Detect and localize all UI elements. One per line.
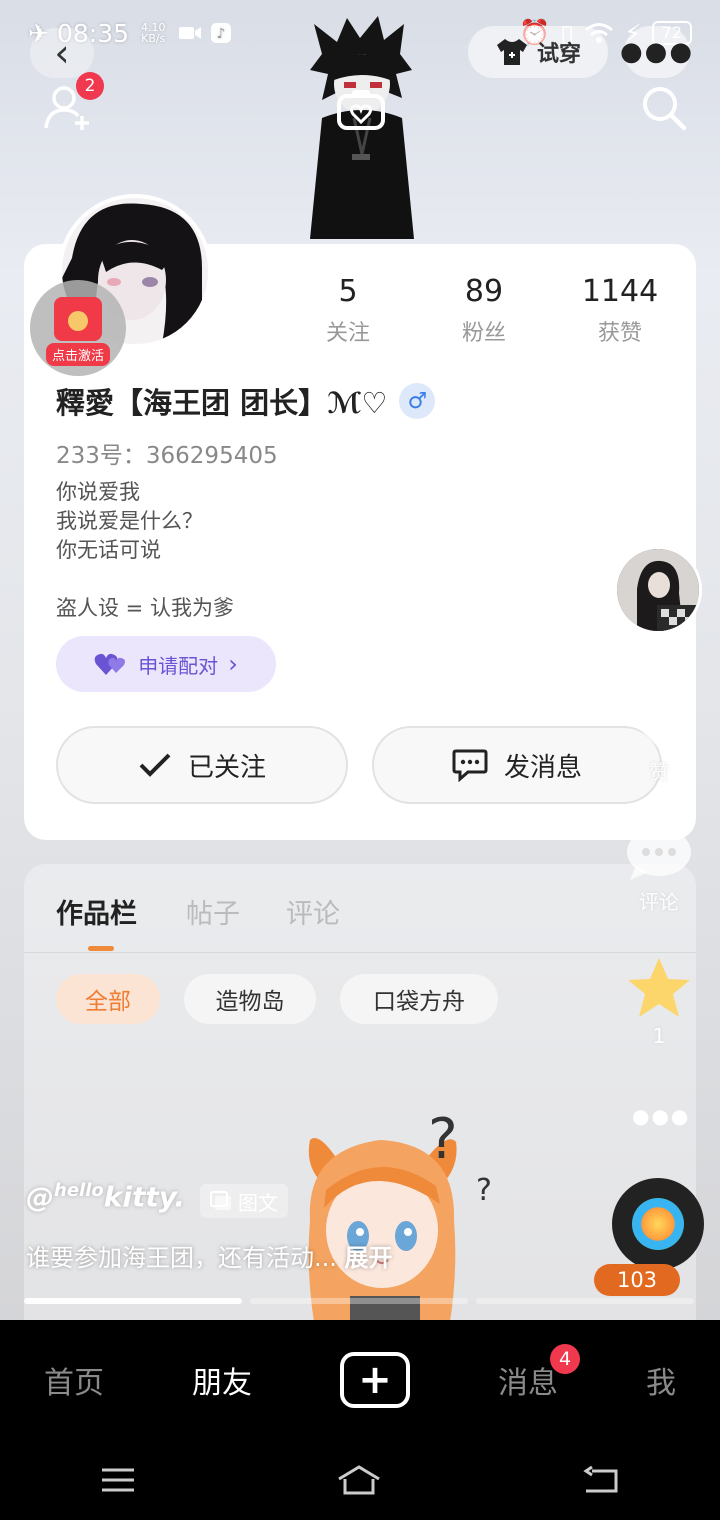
messages-badge: 4: [550, 1344, 580, 1374]
stat-label: 获赞: [597, 321, 642, 346]
like-label: 赞: [649, 760, 669, 784]
chevron-left-icon: ‹: [54, 31, 70, 75]
network-speed: 4.10 KB/s: [141, 21, 166, 45]
tiktok-icon: ♪: [210, 23, 231, 43]
stat-value: 1144: [581, 274, 659, 309]
message-label: 发消息: [503, 752, 582, 783]
red-packet-icon: [54, 297, 102, 341]
try-on-label: 试穿: [536, 42, 581, 67]
followed-label: 已关注: [187, 752, 266, 783]
active-tab-indicator: [88, 946, 114, 951]
try-on-button[interactable]: 试穿: [468, 26, 608, 78]
check-icon: [139, 753, 171, 777]
tshirt-icon: [496, 39, 527, 65]
svg-text:?: ?: [428, 1107, 458, 1172]
stat-label: 关注: [325, 321, 370, 346]
pair-label: 申请配对: [138, 653, 219, 678]
post-image[interactable]: ? ?: [250, 1100, 530, 1322]
nav-messages[interactable]: 消息 4: [498, 1344, 580, 1402]
post-caption[interactable]: 谁要参加海王团，还有活动... 展开: [26, 1238, 393, 1273]
chevron-right-icon: ›: [228, 650, 238, 678]
back-icon[interactable]: [582, 1465, 620, 1495]
menu-icon[interactable]: [100, 1467, 136, 1493]
expand-link[interactable]: 展开: [345, 1244, 393, 1272]
like-action[interactable]: 赞: [624, 690, 694, 785]
create-button[interactable]: +: [340, 1352, 410, 1408]
stat-following[interactable]: 5 关注: [288, 274, 408, 347]
male-gender-icon: ♂: [399, 383, 436, 419]
nav-me[interactable]: 我: [646, 1358, 676, 1402]
tabs-divider: [24, 952, 696, 953]
filter-pocket-ark[interactable]: 口袋方舟: [340, 974, 498, 1024]
nav-home[interactable]: 首页: [44, 1358, 104, 1402]
nickname: 釋愛【海王团 团长】ℳ♡ ♂: [56, 380, 436, 422]
search-button[interactable]: [640, 84, 692, 136]
stat-value: 89: [464, 274, 504, 309]
stat-likes[interactable]: 1144 获赞: [560, 274, 680, 347]
progress-segment-3: [476, 1298, 694, 1304]
svg-text:?: ?: [476, 1173, 492, 1208]
music-cover-icon: [632, 1198, 684, 1250]
stat-value: 5: [338, 274, 358, 309]
progress-segment-1: [24, 1298, 242, 1304]
tab-posts[interactable]: 帖子: [186, 892, 240, 931]
filter-all[interactable]: 全部: [56, 974, 160, 1024]
friend-request-badge: 2: [76, 72, 104, 100]
tab-works[interactable]: 作品栏: [56, 892, 137, 931]
plus-icon: +: [358, 1357, 392, 1403]
camera-heart-icon[interactable]: [336, 86, 386, 132]
image-text-icon: [210, 1191, 231, 1210]
add-friend-button[interactable]: 2: [44, 72, 104, 136]
filter-creation-island[interactable]: 造物岛: [184, 974, 316, 1024]
more-icon: ●●●: [619, 37, 695, 67]
post-author-avatar[interactable]: [614, 546, 702, 634]
chat-bubble-icon: [452, 749, 488, 782]
nav-friends[interactable]: 朋友: [192, 1358, 252, 1402]
system-nav-bar: [0, 1440, 720, 1520]
post-count-badge: 103: [594, 1264, 680, 1296]
heart-icon: [627, 695, 691, 748]
bottom-nav: 首页 朋友 + 消息 4 我: [0, 1320, 720, 1440]
music-disc[interactable]: [612, 1178, 704, 1270]
search-icon: [643, 87, 687, 131]
send-message-button[interactable]: 发消息: [372, 726, 662, 804]
post-author-name[interactable]: @hellokitty.: [26, 1180, 185, 1213]
nickname-text: 釋愛【海王团 团长】ℳ♡: [56, 386, 388, 420]
more-options-button[interactable]: ●●●: [620, 26, 692, 78]
activate-label: 点击激活: [45, 343, 110, 366]
stat-label: 粉丝: [461, 321, 506, 346]
pair-request-button[interactable]: 申请配对 ›: [56, 636, 276, 692]
post-type-badge: 图文: [200, 1184, 288, 1218]
user-id[interactable]: 233号：366295405: [56, 436, 278, 470]
stat-followers[interactable]: 89 粉丝: [424, 274, 544, 347]
bio: 你说爱我 我说爱是什么？ 你无话可说 盗人设 = 认我为爹: [56, 480, 234, 620]
video-icon: [178, 27, 201, 39]
home-icon[interactable]: [335, 1465, 383, 1495]
tab-comments[interactable]: 评论: [286, 892, 340, 931]
followed-button[interactable]: 已关注: [56, 726, 348, 804]
svg-text:♪: ♪: [216, 26, 225, 42]
back-button[interactable]: ‹: [30, 28, 94, 78]
hearts-icon: [94, 653, 126, 675]
progress-segment-2: [250, 1298, 468, 1304]
activate-red-packet[interactable]: 点击激活: [30, 280, 126, 376]
